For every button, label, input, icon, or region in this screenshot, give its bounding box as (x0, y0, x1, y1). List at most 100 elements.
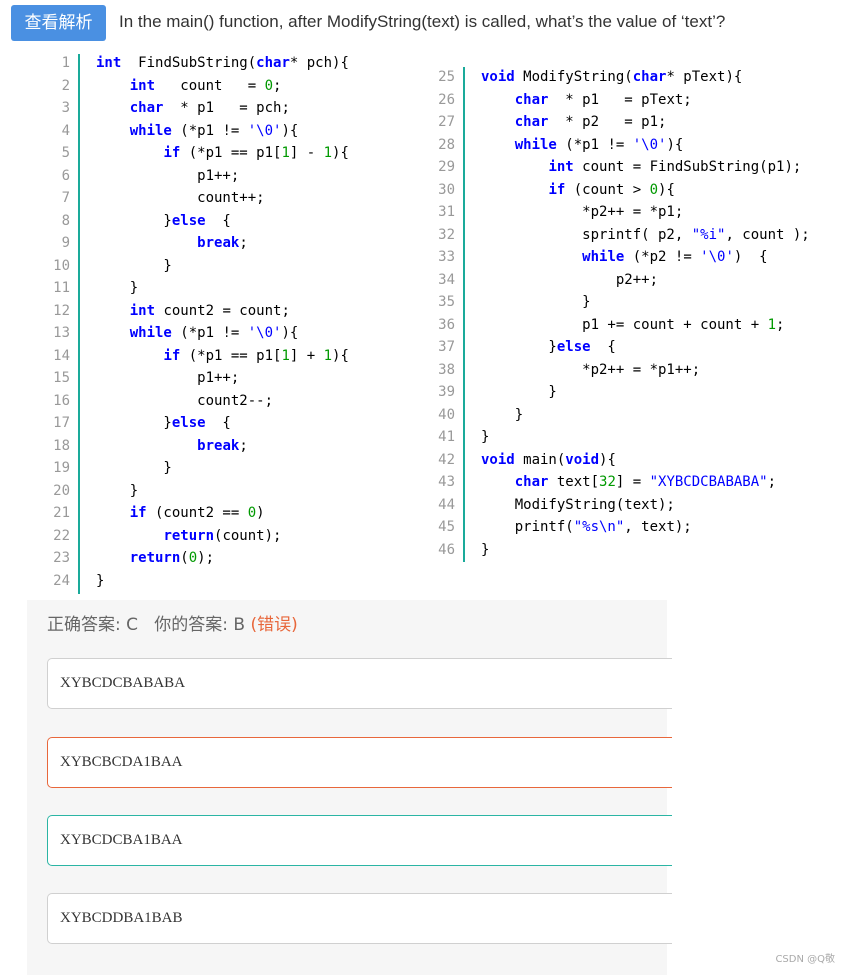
code-token: char (514, 114, 549, 130)
code-line: 29 int count = FindSubString(p1); (415, 156, 845, 179)
code-text: } (481, 426, 489, 449)
option-d-text: XYBCDDBA1BAB (60, 910, 183, 926)
question-header: 查看解析 In the main() function, after Modif… (11, 5, 849, 42)
code-line: 10 } (30, 255, 430, 278)
code-text: count2--; (96, 390, 273, 413)
code-text: p1++; (96, 165, 239, 188)
code-token: if (129, 505, 147, 521)
line-number: 23 (53, 550, 70, 566)
code-line: 37 }else { (415, 336, 845, 359)
option-a-text: XYBCDCBABABA (60, 675, 186, 691)
line-number: 2 (61, 77, 70, 94)
code-token: (*p1 == p1[ (180, 145, 282, 161)
code-token: else (556, 339, 591, 355)
code-token: ) { (733, 249, 768, 265)
option-b-text: XYBCBCDA1BAA (60, 754, 183, 770)
code-token: '\0' (632, 136, 667, 153)
code-line: 5 if (*p1 == p1[1] - 1){ (30, 142, 430, 165)
code-text: p1 += count + count + 1; (481, 314, 784, 337)
code-token: ] - (289, 145, 324, 161)
code-line: 26 char * p1 = pText; (415, 89, 845, 112)
code-text: int count2 = count; (96, 300, 290, 323)
code-token: return (129, 550, 181, 566)
code-text: if (count > 0){ (481, 179, 675, 202)
code-token: ){ (281, 325, 299, 341)
code-text: }else { (481, 336, 616, 359)
code-token: break (197, 437, 240, 454)
code-text: if (*p1 == p1[1] + 1){ (96, 345, 349, 368)
line-number: 6 (61, 167, 70, 184)
code-token: 0 (264, 77, 274, 94)
code-line: 13 while (*p1 != '\0'){ (30, 322, 430, 345)
code-text: char text[32] = "XYBCDCBABABA"; (481, 471, 776, 494)
code-line: 3 char * p1 = pch; (30, 97, 430, 120)
code-token: (*p1 != (171, 122, 248, 139)
code-token: ModifyString(text); (481, 496, 675, 513)
wrong-verdict: (错误) (250, 615, 298, 635)
code-token: int (129, 77, 156, 94)
line-number: 35 (438, 294, 455, 310)
code-line: 25 void ModifyString(char* pText){ (415, 66, 845, 89)
option-a[interactable]: XYBCDCBABABA (47, 658, 672, 709)
code-token: 0 (649, 181, 659, 198)
option-d[interactable]: XYBCDDBA1BAB (47, 893, 672, 944)
code-line: 19 } (30, 457, 430, 480)
code-token: , count ); (725, 226, 810, 243)
answer-summary: 正确答案: C 你的答案: B (错误) (47, 610, 298, 635)
code-text: count++; (96, 187, 264, 210)
answer-panel: 正确答案: C 你的答案: B (错误) XYBCDCBABABA XYBCBC… (27, 600, 672, 975)
view-analysis-button[interactable]: 查看解析 (11, 5, 106, 41)
code-token: } (481, 294, 591, 310)
code-token: } (96, 212, 172, 229)
code-text: char * p1 = pch; (96, 97, 290, 120)
code-line: 27 char * p2 = p1; (415, 111, 845, 134)
line-number: 39 (438, 384, 455, 400)
code-token: 1 (323, 347, 333, 364)
code-text: return(0); (96, 547, 214, 570)
code-token: } (481, 541, 490, 558)
code-text: char * p2 = p1; (481, 111, 667, 134)
line-number: 40 (438, 406, 455, 423)
line-number: 27 (438, 114, 455, 130)
code-text: ModifyString(text); (481, 494, 675, 517)
code-token: } (96, 482, 139, 499)
code-token: } (96, 415, 172, 431)
code-token: ){ (658, 181, 675, 198)
code-token: int (96, 55, 122, 71)
code-text: void main(void){ (481, 449, 616, 472)
code-token: count = (155, 77, 265, 94)
code-text: while (*p1 != '\0'){ (96, 322, 299, 345)
code-token: int (548, 159, 574, 175)
code-token: (*p1 == p1[ (180, 347, 282, 364)
code-block-right: 25 void ModifyString(char* pText){26 char… (415, 66, 845, 561)
code-token: ){ (332, 145, 349, 161)
code-token: ; (239, 437, 248, 454)
code-token: count = FindSubString(p1); (573, 159, 802, 175)
code-token: { (590, 339, 616, 355)
code-line: 22 return(count); (30, 525, 430, 548)
code-token: char (514, 474, 549, 490)
code-token: 1 (767, 316, 777, 333)
code-token: } (481, 429, 490, 445)
code-token: } (481, 406, 524, 423)
code-token: 0 (247, 505, 257, 521)
code-token: while (514, 136, 557, 153)
code-line: 11 } (30, 277, 430, 300)
option-b[interactable]: XYBCBCDA1BAA (47, 737, 672, 788)
code-token: ){ (332, 347, 349, 364)
line-number: 45 (438, 519, 455, 535)
line-number: 32 (438, 226, 455, 243)
line-number: 24 (53, 572, 70, 589)
option-c[interactable]: XYBCDCBA1BAA (47, 815, 672, 866)
code-token: 1 (281, 145, 290, 161)
line-number: 43 (438, 474, 455, 490)
code-token: ; (239, 235, 248, 251)
code-line: 8 }else { (30, 210, 430, 233)
